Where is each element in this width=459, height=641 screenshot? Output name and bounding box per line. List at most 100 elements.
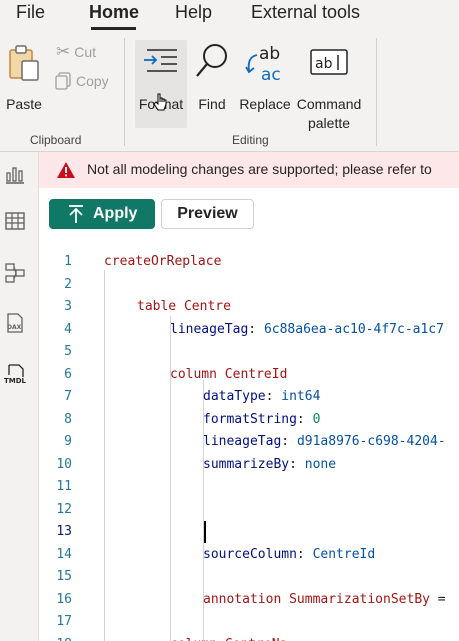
table-view-icon[interactable] [4,210,26,232]
ribbon-divider [124,38,125,146]
copy-icon [55,72,71,90]
command-palette-icon: ab [310,49,348,75]
copy-label: Copy [76,73,109,89]
code-token: summarizeBy [203,456,290,472]
mouse-pointer-icon [153,93,167,111]
code-line[interactable]: 17 [39,611,459,633]
code-text: summarizeBy: none [203,454,336,476]
code-token: : [296,546,313,562]
line-number: 5 [64,344,72,359]
line-number: 3 [64,299,72,314]
code-line[interactable]: 6 column CentreId [39,364,459,386]
menu-home[interactable]: Home [89,2,139,23]
code-line[interactable]: 3 table Centre [39,296,459,318]
code-line[interactable]: 9 lineageTag: d91a8976-c698-4204- [39,431,459,453]
dax-query-view-icon[interactable]: DAX [4,312,26,334]
apply-label: Apply [93,205,138,222]
code-line[interactable]: 1 createOrReplace [39,251,459,273]
tmdl-view-icon[interactable]: TMDL [4,363,30,385]
menu-external-tools[interactable]: External tools [251,2,360,23]
code-token: d91a8976-c698-4204- [296,434,446,449]
model-view-icon[interactable] [4,262,26,284]
menu-file[interactable]: File [16,2,45,23]
scissors-icon: ✂ [56,42,71,61]
svg-text:ac: ac [261,65,281,85]
code-token: column [170,366,225,382]
code-token: sourceColumn [203,546,297,562]
code-token: table [137,299,184,314]
code-token: = [429,591,446,607]
apply-button[interactable]: Apply [49,199,155,229]
paste-icon [9,45,39,81]
code-text: lineageTag: 6c88a6ea-ac10-4f7c-a1c7 [170,319,444,341]
code-token: CentreId [224,366,288,382]
line-number: 18 [39,634,72,641]
paste-button[interactable]: Paste [2,40,46,128]
code-token: : [265,389,282,404]
code-token: CentreId [312,546,376,562]
ribbon-divider [376,38,377,146]
preview-button[interactable]: Preview [161,199,254,229]
code-line[interactable]: 16 annotation SummarizationSetBy = [39,589,459,611]
code-line[interactable]: 11 [39,476,459,498]
svg-text:ab: ab [315,56,333,72]
text-cursor [204,521,206,543]
magnifier-icon [196,44,227,77]
command-palette-label-2: palette [307,115,351,131]
code-text: sourceColumn: CentreId [203,544,375,566]
code-text: table Centre [137,296,231,318]
line-number: 13 [56,524,72,539]
warning-icon [57,162,75,178]
code-line[interactable]: 15 [39,566,459,588]
line-number: 10 [56,456,72,472]
code-line[interactable]: 18 column CentreNa [39,634,459,641]
copy-button[interactable]: Copy [54,72,109,90]
tmdl-code-editor[interactable]: 1 createOrReplace 2 3 table Centre 4 lineageTa… [39,240,459,641]
code-token: column [170,637,225,641]
code-line[interactable]: 8 formatString: 0 [39,409,459,431]
command-palette-label-1: Command [296,96,362,112]
code-token: : [289,456,305,472]
paste-label: Paste [6,96,42,112]
code-line[interactable]: 5 [39,341,459,363]
command-palette-button[interactable]: ab Command palette [294,40,364,131]
replace-button[interactable]: ab ac Replace [238,40,292,128]
code-token: lineageTag [170,321,249,337]
code-line[interactable]: 12 [39,499,459,521]
warning-banner: Not all modeling changes are supported; … [39,152,459,188]
code-line[interactable]: 10 summarizeBy: none [39,454,459,476]
code-token: int64 [281,389,321,404]
code-line[interactable]: 2 [39,274,459,296]
replace-label: Replace [239,96,291,112]
svg-text:ab: ab [259,44,280,64]
code-text: column CentreNa [170,634,287,641]
code-token: dataType [203,389,266,404]
report-view-icon[interactable] [4,163,26,185]
line-number: 15 [56,569,72,584]
code-token: 6c88a6ea-ac10-4f7c-a1c7 [263,321,444,337]
upload-arrow-icon [69,205,83,223]
line-number: 9 [64,434,72,449]
code-line[interactable]: 7 dataType: int64 [39,386,459,408]
code-text: formatString: 0 [203,409,320,431]
code-line[interactable]: 14 sourceColumn: CentreId [39,544,459,566]
view-rail: DAX TMDL [0,152,39,641]
code-text: annotation SummarizationSetBy = [203,589,446,611]
code-line[interactable]: 4 lineageTag: 6c88a6ea-ac10-4f7c-a1c7 [39,319,459,341]
editing-group-label: Editing [232,133,269,147]
code-token: none [304,456,337,472]
format-button[interactable]: Format [135,40,187,128]
cut-button[interactable]: ✂ Cut [56,42,96,62]
ribbon: Paste ✂ Cut Copy Clipboard Format [0,30,459,152]
code-line[interactable]: 13 [39,521,459,543]
svg-text:DAX: DAX [7,324,22,331]
code-token: CentreNa [225,637,288,641]
code-token: Centre [183,299,231,314]
line-number: 7 [64,389,72,404]
replace-icon: ab ac [245,44,281,85]
line-number: 17 [56,614,72,629]
menu-bar: File Home Help External tools [0,0,459,30]
warning-text: Not all modeling changes are supported; … [87,161,432,177]
find-button[interactable]: Find [193,40,231,128]
menu-help[interactable]: Help [175,2,212,23]
